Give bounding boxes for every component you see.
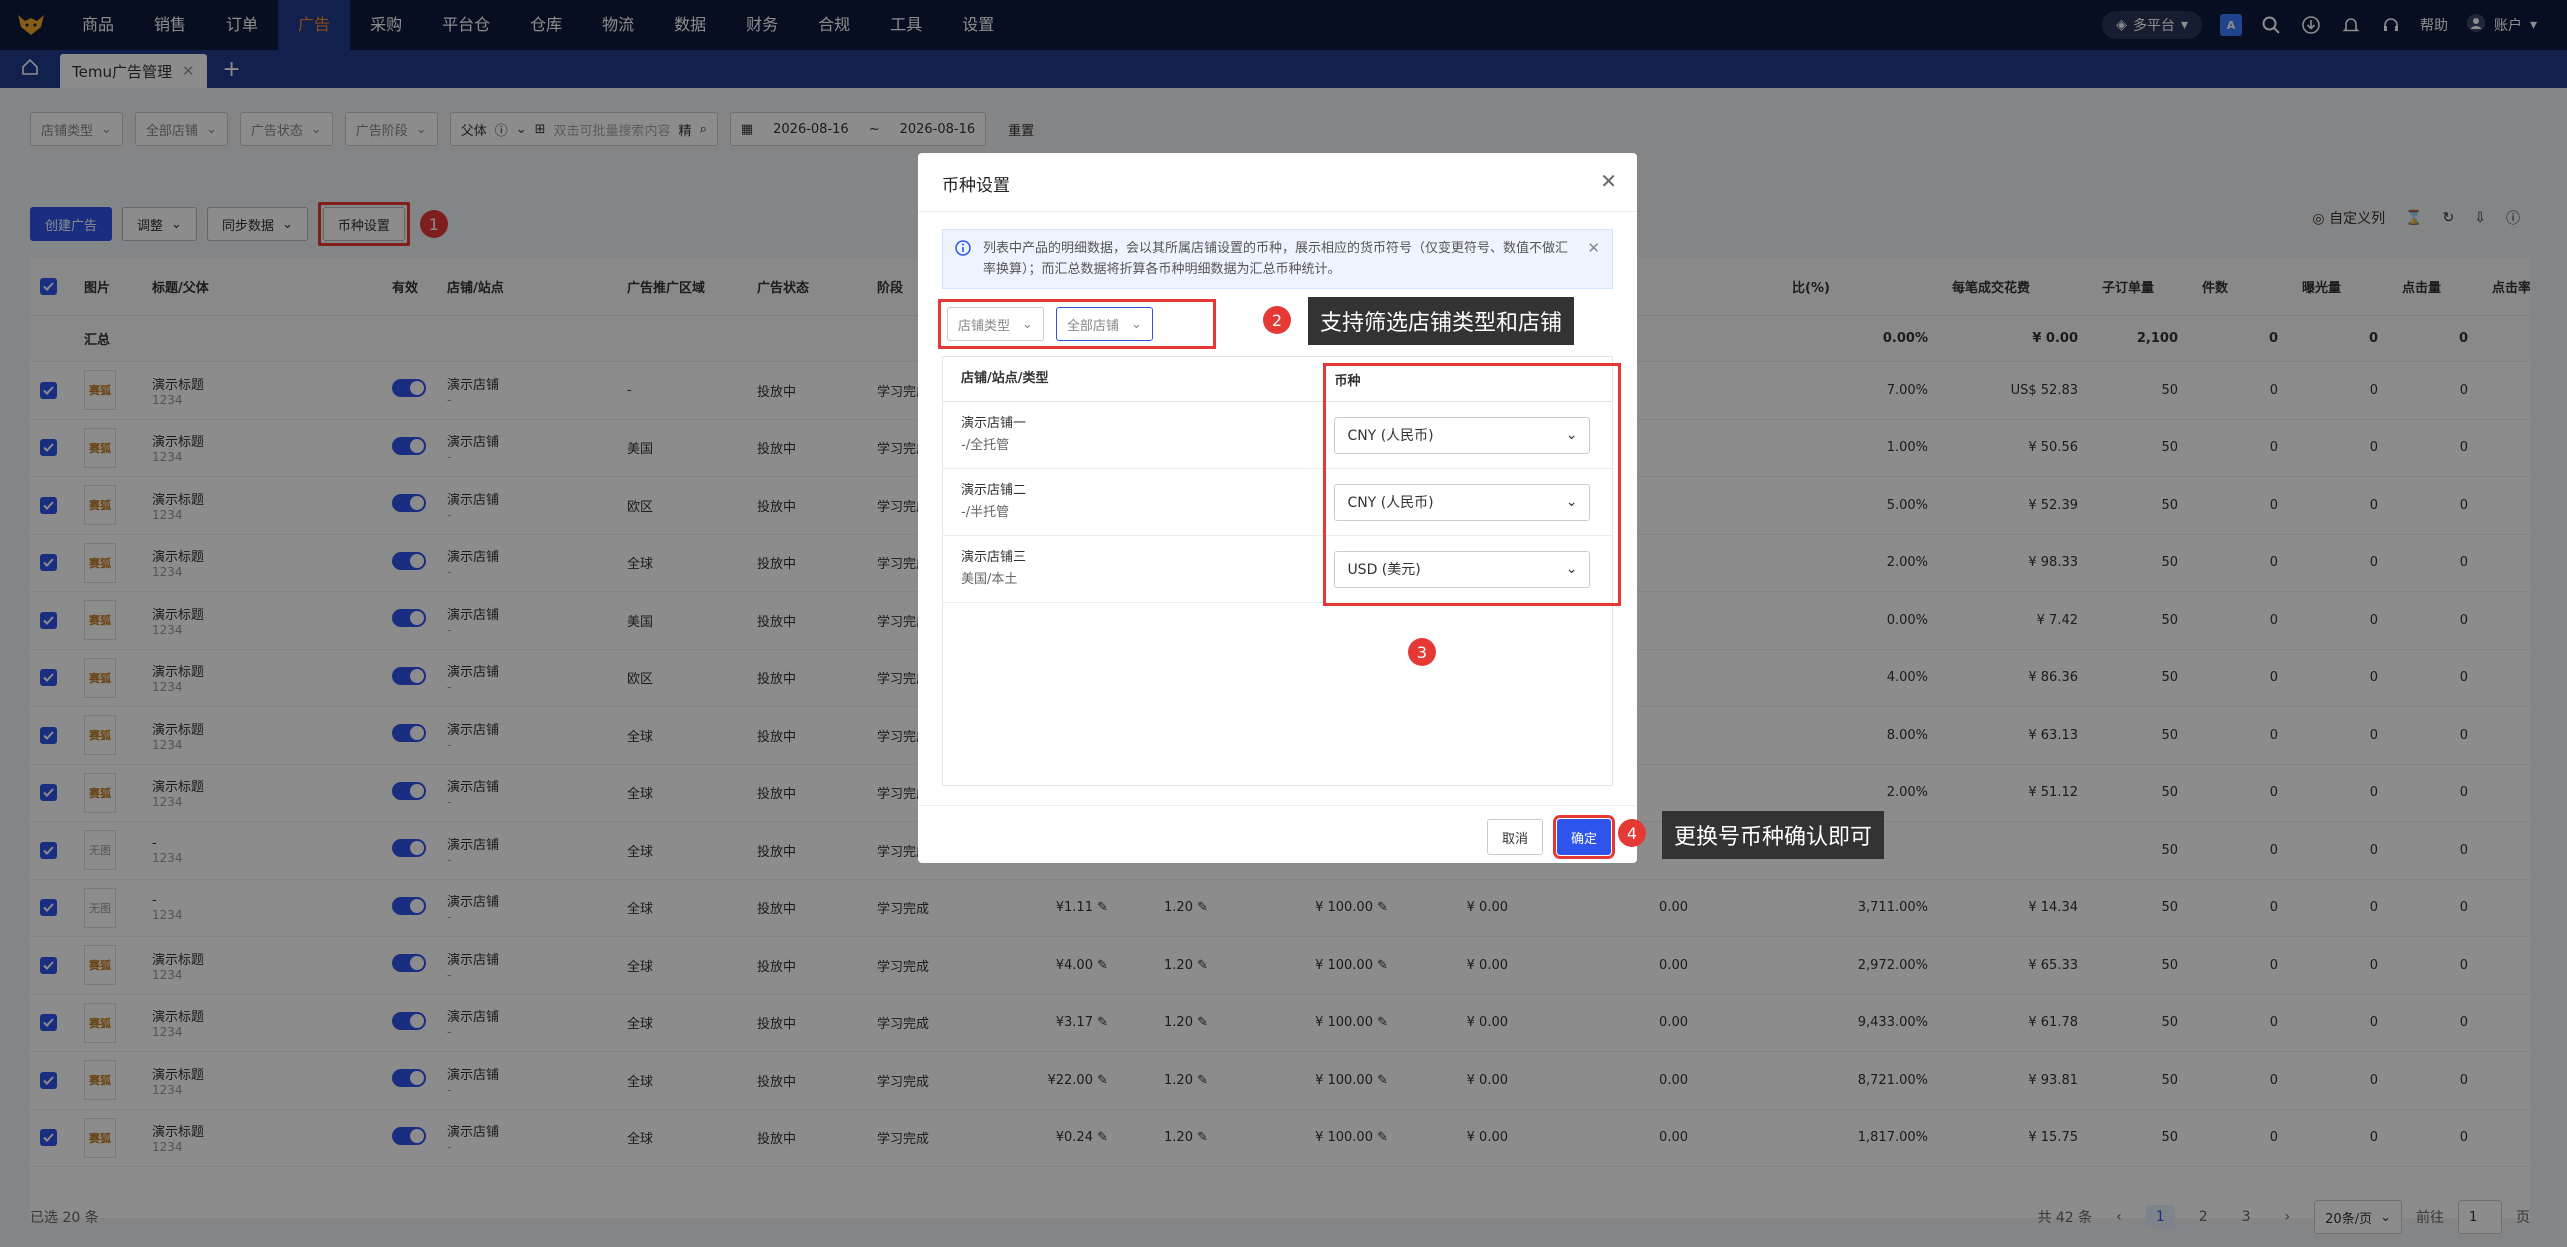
currency-settings-dialog: 币种设置 ✕ 列表中产品的明细数据，会以其所属店铺设置的币种，展示相应的货币符号… [918,153,1637,863]
step-badge-2: 2 [1263,306,1291,334]
chevron-down-icon: ⌄ [1022,316,1033,332]
info-alert: 列表中产品的明细数据，会以其所属店铺设置的币种，展示相应的货币符号（仅变更符号、… [942,229,1613,289]
cancel-button[interactable]: 取消 [1486,819,1543,855]
step-badge-3: 3 [1408,638,1436,666]
info-icon [955,240,971,263]
chevron-down-icon: ⌄ [1130,316,1142,332]
info-text: 列表中产品的明细数据，会以其所属店铺设置的币种，展示相应的货币符号（仅变更符号、… [983,241,1569,277]
currency-column-highlight [1323,363,1621,606]
tooltip-confirm: 更换号币种确认即可 [1662,811,1885,859]
close-icon[interactable]: ✕ [1587,238,1600,259]
store-type-select[interactable]: 店铺类型 ⌄ [947,307,1044,341]
store-select[interactable]: 全部店铺 ⌄ [1055,307,1153,341]
close-icon[interactable]: ✕ [1600,169,1617,193]
store-info: 演示店铺一 -/全托管 [961,416,1027,453]
confirm-button[interactable]: 确定 [1552,815,1616,859]
col-store: 店铺/站点/类型 [961,371,1049,386]
dialog-title: 币种设置 [942,176,1010,196]
store-filter-highlight: 店铺类型 ⌄ 全部店铺 ⌄ [938,299,1216,349]
step-badge-4: 4 [1618,819,1646,847]
store-info: 演示店铺二 -/半托管 [961,483,1027,520]
tooltip-filter: 支持筛选店铺类型和店铺 [1308,297,1575,345]
store-info: 演示店铺三 美国/本土 [961,550,1027,587]
